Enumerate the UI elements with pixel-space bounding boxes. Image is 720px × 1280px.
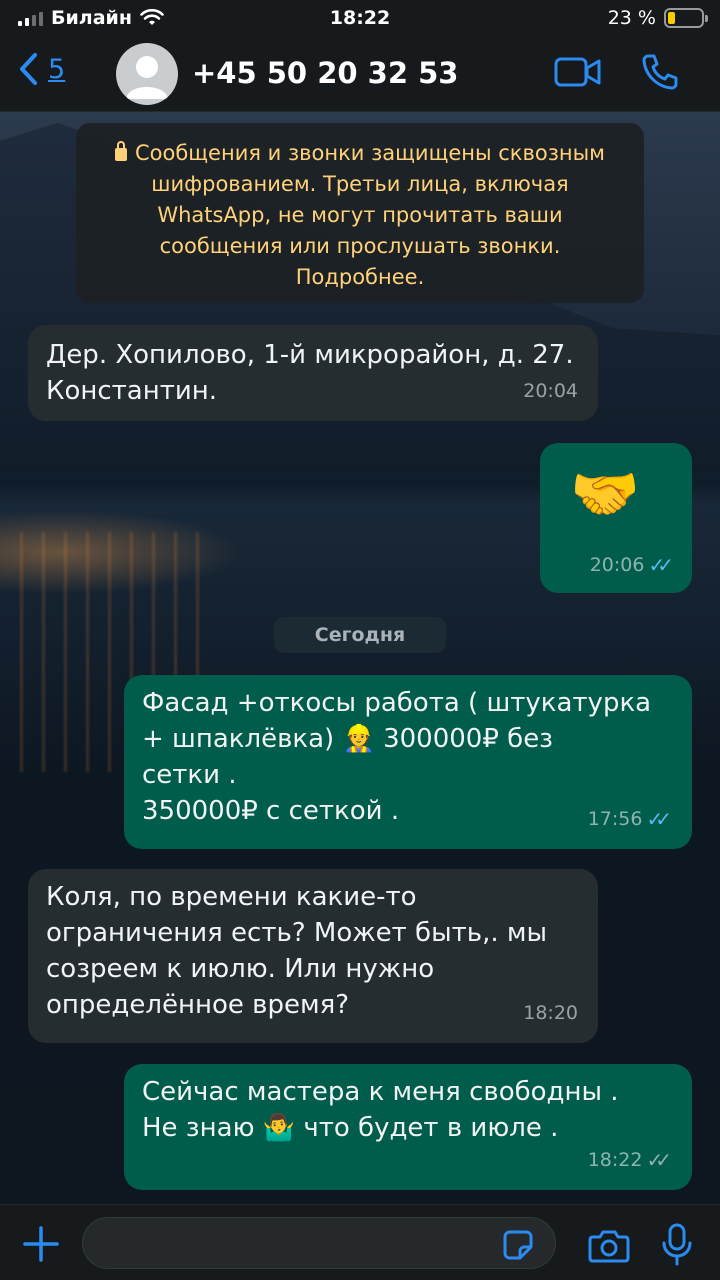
message-time: 18:20: [523, 1002, 578, 1024]
default-avatar-icon: [126, 56, 168, 99]
message-line: определённое время?: [46, 990, 350, 1020]
handshake-emoji: 🤝: [570, 462, 640, 527]
message-line: Коля, по времени какие-то: [46, 882, 417, 912]
composer-bar: [0, 1204, 720, 1280]
plus-icon[interactable]: [22, 1225, 60, 1263]
message-line: Сейчас мастера к меня свободны .: [142, 1077, 619, 1107]
avatar[interactable]: [116, 43, 178, 105]
battery-info: 23 %: [607, 7, 708, 29]
encryption-notice[interactable]: Сообщения и звонки защищены сквозным шиф…: [76, 123, 644, 303]
message-time: 20:04: [523, 380, 578, 402]
date-divider: Сегодня: [274, 617, 446, 653]
status-bar: Билайн 18:22 23 %: [0, 0, 720, 36]
battery-percent: 23 %: [607, 7, 656, 29]
contact-name[interactable]: +45 50 20 32 53: [192, 56, 458, 90]
chat-header: 5 +45 50 20 32 53: [0, 36, 720, 112]
encryption-text: Сообщения и звонки защищены сквозным шиф…: [134, 141, 606, 289]
read-ticks-icon: ✓✓: [648, 553, 673, 577]
message-bubble-outgoing[interactable]: Сейчас мастера к меня свободны . Не знаю…: [124, 1064, 692, 1190]
microphone-icon[interactable]: [660, 1223, 694, 1267]
message-line: сетки .: [142, 760, 237, 790]
message-time: 17:56 ✓✓: [588, 801, 672, 837]
message-line: Фасад +откосы работа ( штукатурка: [142, 688, 652, 718]
sticker-icon[interactable]: [502, 1229, 534, 1261]
message-line: + шпаклёвка) 👷 300000₽ без: [142, 724, 554, 754]
message-input[interactable]: [82, 1217, 556, 1269]
message-bubble-incoming[interactable]: Коля, по времени какие-то ограничения ес…: [28, 869, 598, 1043]
message-time: 18:22 ✓✓: [588, 1142, 672, 1178]
read-ticks-icon: ✓✓: [646, 807, 671, 831]
message-line: ограничения есть? Может быть,. мы: [46, 918, 548, 948]
message-line: созреем к июлю. Или нужно: [46, 954, 435, 984]
chat-area[interactable]: Сообщения и звонки защищены сквозным шиф…: [0, 112, 720, 1204]
lock-icon: [114, 141, 127, 161]
message-bubble-outgoing[interactable]: 🤝 20:06 ✓✓: [540, 443, 692, 593]
back-button[interactable]: 5: [18, 52, 65, 86]
message-time: 20:06 ✓✓: [590, 547, 674, 583]
battery-icon: [664, 8, 708, 28]
camera-icon[interactable]: [588, 1229, 630, 1263]
message-bubble-outgoing[interactable]: Фасад +откосы работа ( штукатурка + шпак…: [124, 675, 692, 849]
video-call-icon[interactable]: [554, 56, 602, 88]
delivered-ticks-icon: ✓✓: [646, 1148, 671, 1172]
message-bubble-incoming[interactable]: Дер. Хопилово, 1-й микрорайон, д. 27. Ко…: [28, 325, 598, 421]
unread-count: 5: [48, 53, 66, 85]
voice-call-icon[interactable]: [640, 52, 680, 92]
chevron-left-icon: [20, 53, 37, 85]
message-line: Не знаю 🤷‍♂️ что будет в июле .: [142, 1113, 559, 1143]
message-text: Дер. Хопилово, 1-й микрорайон, д. 27. Ко…: [46, 340, 574, 406]
